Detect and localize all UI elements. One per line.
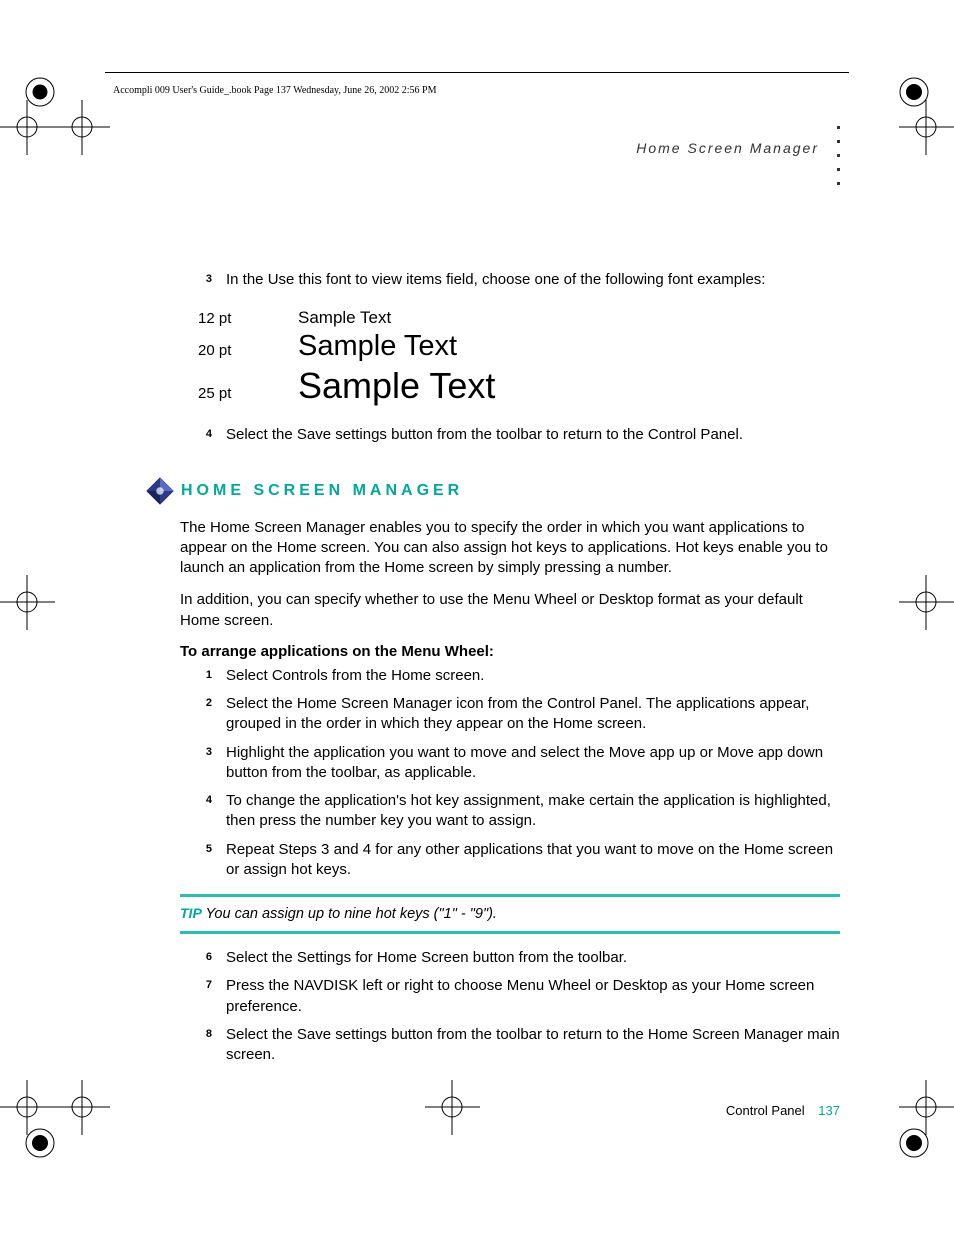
page-number: 137	[818, 1103, 840, 1118]
tip-label: TIP	[180, 905, 202, 921]
step-text: In the Use this font to view items field…	[226, 270, 840, 290]
step-row: 3In the Use this font to view items fiel…	[180, 270, 840, 290]
body-paragraph: In addition, you can specify whether to …	[180, 590, 840, 631]
font-sample-text: Sample Text	[298, 330, 457, 363]
step-number: 3	[180, 743, 226, 758]
running-head: Home Screen Manager	[636, 140, 819, 156]
crosshair-icon	[0, 575, 55, 630]
step-number: 3	[180, 270, 226, 285]
font-sample-text: Sample Text	[298, 308, 391, 328]
font-size-label: 25 pt	[198, 385, 298, 402]
step-text: Repeat Steps 3 and 4 for any other appli…	[226, 840, 840, 881]
step-number: 8	[180, 1025, 226, 1040]
font-sample-row: 12 ptSample Text	[198, 308, 840, 328]
step-number: 4	[180, 791, 226, 806]
font-size-label: 20 pt	[198, 342, 298, 359]
step-text: Select the Save settings button from the…	[226, 1025, 840, 1066]
step-number: 1	[180, 666, 226, 681]
step-row: 7 Press the NAVDISK left or right to cho…	[180, 976, 840, 1017]
step-row: 3Highlight the application you want to m…	[180, 743, 840, 784]
crosshair-icon	[0, 1080, 55, 1135]
diamond-icon	[145, 476, 175, 506]
step-row: 8Select the Save settings button from th…	[180, 1025, 840, 1066]
section-heading: HOME SCREEN MANAGER	[181, 482, 463, 500]
step-number: 5	[180, 840, 226, 855]
tip-box: TIP You can assign up to nine hot keys (…	[180, 894, 840, 934]
crosshair-icon	[425, 1080, 480, 1135]
step-text: Highlight the application you want to mo…	[226, 743, 840, 784]
body-paragraph: The Home Screen Manager enables you to s…	[180, 518, 840, 579]
font-size-label: 12 pt	[198, 310, 298, 327]
crosshair-icon	[55, 1080, 110, 1135]
step-number: 4	[180, 425, 226, 440]
step-row: 5Repeat Steps 3 and 4 for any other appl…	[180, 840, 840, 881]
font-sample-row: 20 ptSample Text	[198, 330, 840, 363]
crosshair-icon	[899, 575, 954, 630]
header-rule	[105, 72, 849, 73]
side-dots	[837, 126, 840, 185]
page-content: 3In the Use this font to view items fiel…	[180, 270, 840, 1073]
print-header: Accompli 009 User's Guide_.book Page 137…	[113, 85, 436, 96]
tip-text: You can assign up to nine hot keys ("1" …	[202, 906, 497, 922]
step-text: To change the application's hot key assi…	[226, 791, 840, 832]
crosshair-icon	[0, 100, 55, 155]
step-row: 1Select Controls from the Home screen.	[180, 666, 840, 686]
step-row: 4Select the Save settings button from th…	[180, 425, 840, 445]
procedure-intro: To arrange applications on the Menu Whee…	[180, 643, 840, 660]
step-text: Select the Settings for Home Screen butt…	[226, 948, 840, 968]
step-row: 6Select the Settings for Home Screen but…	[180, 948, 840, 968]
section-heading-row: HOME SCREEN MANAGER	[145, 476, 840, 506]
step-row: 2Select the Home Screen Manager icon fro…	[180, 694, 840, 735]
font-sample-table: 12 ptSample Text20 ptSample Text25 ptSam…	[198, 308, 840, 407]
font-sample-row: 25 ptSample Text	[198, 365, 840, 407]
crosshair-icon	[55, 100, 110, 155]
step-text: Select the Home Screen Manager icon from…	[226, 694, 840, 735]
crosshair-icon	[899, 100, 954, 155]
step-number: 6	[180, 948, 226, 963]
page-footer: Control Panel 137	[726, 1103, 840, 1118]
crosshair-icon	[899, 1080, 954, 1135]
step-text: Press the NAVDISK left or right to choos…	[226, 976, 840, 1017]
font-sample-text: Sample Text	[298, 365, 495, 407]
step-number: 7	[180, 976, 226, 991]
step-text: Select Controls from the Home screen.	[226, 666, 840, 686]
step-text: Select the Save settings button from the…	[226, 425, 840, 445]
footer-section: Control Panel	[726, 1103, 805, 1118]
step-row: 4To change the application's hot key ass…	[180, 791, 840, 832]
step-number: 2	[180, 694, 226, 709]
